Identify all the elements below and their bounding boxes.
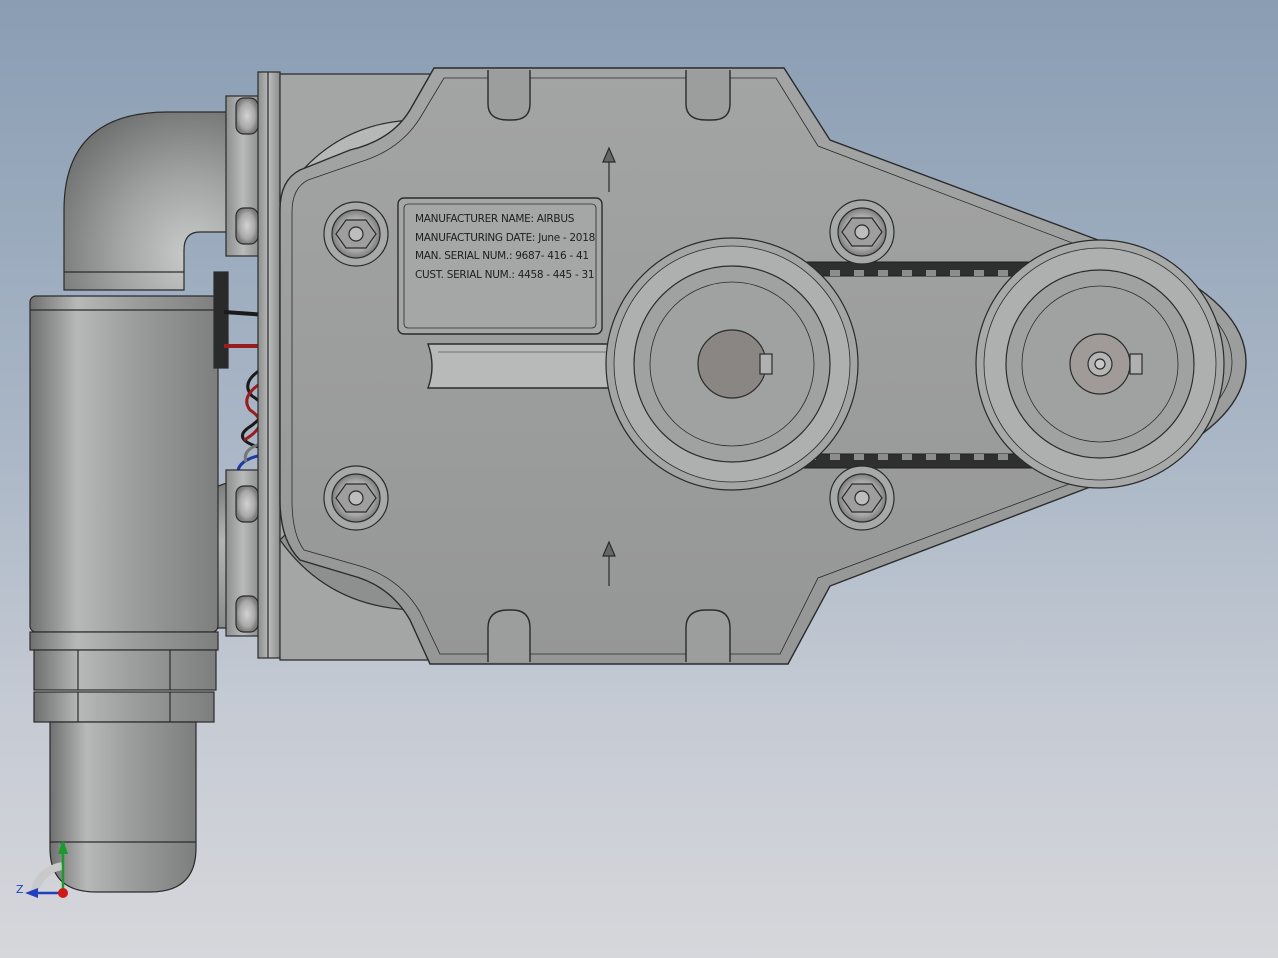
nameplate-line-2: MANUFACTURING DATE: June - 2018 [415, 232, 595, 244]
drive-shaft [697, 329, 767, 399]
slot-top-right [685, 70, 731, 121]
motor-flange [225, 71, 281, 659]
hex-nut-upper [33, 649, 217, 691]
cad-viewport[interactable]: MANUFACTURER NAME: AIRBUS MANUFACTURING … [0, 0, 1278, 958]
nameplate-line-4: CUST. SERIAL NUM.: 4458 - 445 - 31 [415, 269, 594, 281]
driven-shaft-key [1129, 353, 1143, 375]
hex-bolt-bottom-left [323, 465, 389, 531]
hex-nut-lower [33, 691, 215, 723]
driven-pulley [975, 239, 1225, 489]
triad-z-label: Z [16, 883, 24, 896]
elbow-pipe [63, 111, 233, 291]
slot-bottom-right [685, 609, 731, 662]
triad-y-label: Y [58, 840, 66, 853]
nameplate: MANUFACTURER NAME: AIRBUS MANUFACTURING … [397, 197, 603, 335]
triad-x-axis [58, 888, 68, 898]
shaft-key [759, 353, 773, 375]
groove-slot [427, 343, 611, 389]
nameplate-line-1: MANUFACTURER NAME: AIRBUS [415, 213, 575, 225]
hex-bolt-bottom-right [829, 465, 895, 531]
bottom-plug [49, 721, 197, 893]
slot-bottom-left [487, 609, 531, 662]
hex-bolt-top-right [829, 199, 895, 265]
orientation-triad[interactable]: Y Z [16, 840, 68, 898]
slot-top-left [487, 70, 531, 121]
drive-pulley [605, 237, 859, 491]
hex-bolt-top-left [323, 201, 389, 267]
nameplate-line-3: MAN. SERIAL NUM.: 9687- 416 - 41 [415, 250, 589, 262]
main-cylinder [29, 295, 219, 633]
cable-gland [213, 271, 229, 369]
